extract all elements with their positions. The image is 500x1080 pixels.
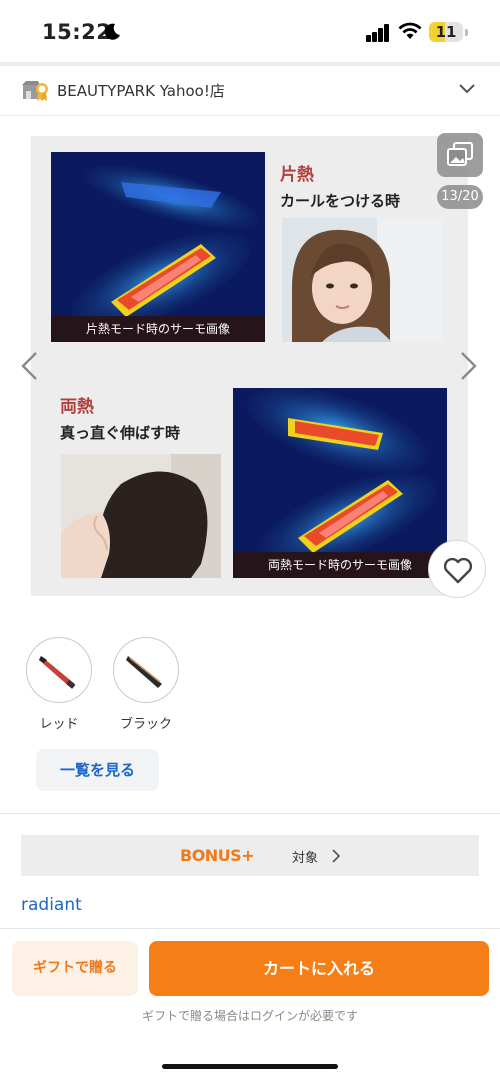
wifi-icon xyxy=(398,22,422,39)
gallery-counter: 13/20 xyxy=(437,185,483,209)
signal-icon xyxy=(366,24,390,42)
store-header[interactable]: BEAUTYPARK Yahoo!店 xyxy=(0,66,500,116)
moon-icon xyxy=(104,23,120,40)
thermal-caption-double-heat: 両熱モード時のサーモ画像 xyxy=(233,552,447,578)
curly-hair-photo xyxy=(282,218,442,342)
variant-red-swatch[interactable] xyxy=(26,637,92,703)
gift-button[interactable]: ギフトで贈る xyxy=(12,941,138,996)
store-badge-icon xyxy=(22,81,48,101)
heart-icon xyxy=(443,557,473,584)
chevron-down-icon[interactable] xyxy=(458,83,476,95)
single-heat-subtitle: カールをつける時 xyxy=(280,192,401,210)
thermal-image-double-heat: 両熱モード時のサーモ画像 xyxy=(233,388,447,578)
gift-login-note: ギフトで贈る場合はログインが必要です xyxy=(141,1009,358,1023)
double-heat-subtitle: 真っ直ぐ伸ばす時 xyxy=(60,424,181,442)
bonus-plus-banner[interactable]: BONUS+ 対象 xyxy=(21,835,479,876)
battery-level: 11 xyxy=(435,23,457,41)
view-all-button[interactable]: 一覧を見る xyxy=(36,749,159,791)
section-divider xyxy=(0,813,500,814)
favorite-button[interactable] xyxy=(428,540,486,598)
variant-black[interactable]: ブラック xyxy=(113,637,179,732)
status-time: 15:22 xyxy=(42,20,112,44)
home-indicator[interactable] xyxy=(162,1064,338,1069)
battery-cap xyxy=(465,29,468,36)
thermal-image-single-heat: 片熱モード時のサーモ画像 xyxy=(51,152,265,342)
status-bar: 15:22 11 xyxy=(0,0,500,62)
black-iron-thumbnail xyxy=(126,656,162,688)
red-iron-thumbnail xyxy=(39,656,76,689)
single-heat-title: 片熱 xyxy=(280,165,314,185)
bonus-plus-logo: BONUS+ xyxy=(180,846,255,865)
product-image-gallery[interactable]: 片熱モード時のサーモ画像 片熱 カールをつける時 両熱 真っ直ぐ伸ばす時 両熱モ… xyxy=(0,116,500,616)
variant-red-label: レッド xyxy=(39,717,79,732)
brand-link[interactable]: radiant xyxy=(21,895,82,915)
add-to-cart-button[interactable]: カートに入れる xyxy=(149,941,489,996)
double-heat-title: 両熱 xyxy=(60,397,94,417)
variant-red[interactable]: レッド xyxy=(26,637,92,732)
bonus-target-text: 対象 xyxy=(292,851,319,866)
gallery-slide: 片熱モード時のサーモ画像 片熱 カールをつける時 両熱 真っ直ぐ伸ばす時 両熱モ… xyxy=(31,136,468,596)
chevron-right-icon xyxy=(332,849,341,863)
straight-hair-photo xyxy=(61,454,221,578)
image-stack-icon xyxy=(447,142,473,166)
variant-black-swatch[interactable] xyxy=(113,637,179,703)
thermal-caption-single-heat: 片熱モード時のサーモ画像 xyxy=(51,316,265,342)
footer-divider xyxy=(0,928,500,929)
store-name[interactable]: BEAUTYPARK Yahoo!店 xyxy=(57,80,225,101)
chevron-right-icon[interactable] xyxy=(458,350,480,382)
variant-black-label: ブラック xyxy=(119,717,172,732)
battery-icon: 11 xyxy=(429,22,463,42)
chevron-left-icon[interactable] xyxy=(18,350,40,382)
gallery-view-button[interactable] xyxy=(437,133,483,177)
